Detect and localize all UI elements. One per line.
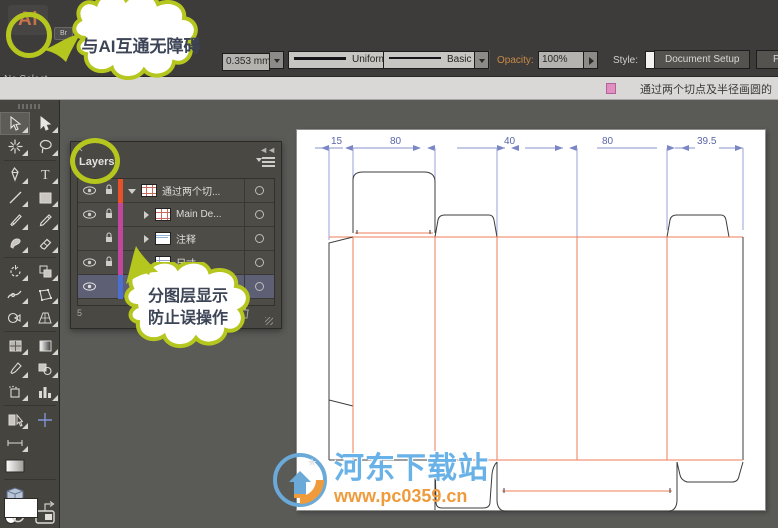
brush-preview-icon: [389, 57, 441, 60]
lasso-tool[interactable]: [30, 135, 60, 158]
callout-layers-line2: 防止误操作: [147, 310, 228, 327]
width-tool[interactable]: [0, 283, 30, 306]
opacity-value[interactable]: 100%: [538, 51, 584, 69]
rotate-tool[interactable]: [0, 260, 30, 283]
fill-swatch[interactable]: [4, 498, 38, 518]
callout-layers-pointer: [126, 246, 158, 284]
brush-definition-dropdown-icon[interactable]: [475, 51, 489, 69]
gradient-tool[interactable]: [30, 334, 60, 357]
scale-tool[interactable]: [30, 260, 60, 283]
document-icon: [606, 83, 616, 94]
selection-tool[interactable]: [0, 112, 30, 135]
layer-color-swatch: [118, 202, 123, 227]
layer-name[interactable]: Main De...: [176, 209, 244, 220]
measure-tool[interactable]: [0, 431, 30, 454]
target-indicator[interactable]: [244, 226, 274, 251]
lock-icon[interactable]: [100, 182, 118, 200]
eye-icon[interactable]: [78, 254, 100, 272]
eyedropper-tool[interactable]: [0, 357, 30, 380]
layer-thumbnail: [155, 208, 171, 221]
layer-name[interactable]: 注释: [176, 231, 244, 246]
pencil-tool[interactable]: [30, 209, 60, 232]
pen-tool[interactable]: [0, 163, 30, 186]
divider: [489, 50, 490, 70]
fill-stroke-indicator[interactable]: [4, 498, 56, 522]
mesh-tool[interactable]: [0, 334, 30, 357]
paintbrush-tool[interactable]: [0, 209, 30, 232]
table-row[interactable]: 通过两个切...: [78, 179, 274, 203]
callout-layers-highlight-ring: [70, 138, 120, 184]
opacity-control[interactable]: 100%: [538, 51, 598, 69]
collapse-icon[interactable]: ◄◄: [259, 145, 276, 155]
eye-icon[interactable]: [78, 182, 100, 200]
eraser-tool[interactable]: [30, 232, 60, 255]
rectangle-tool[interactable]: [30, 186, 60, 209]
opacity-label: Opacity:: [497, 55, 534, 66]
layer-thumbnail: [141, 184, 157, 197]
shape-builder-tool[interactable]: [0, 306, 30, 329]
artboard-tool[interactable]: [0, 408, 30, 431]
column-graph-tool[interactable]: [30, 380, 60, 403]
toolbox-panel: T: [0, 100, 60, 528]
callout-ai-highlight-ring: [6, 12, 52, 58]
perspective-grid-tool[interactable]: [30, 306, 60, 329]
symbol-sprayer-tool[interactable]: [0, 380, 30, 403]
magic-wand-tool[interactable]: [0, 135, 30, 158]
watermark-text: 河东下载站 www.pc0359.cn: [334, 452, 489, 507]
layer-count: 5: [77, 308, 83, 318]
direct-selection-tool[interactable]: [30, 112, 60, 135]
svg-text:T: T: [41, 168, 50, 182]
document-title: 通过两个切点及半径画圆的: [640, 84, 772, 96]
gradient-swatch-preview[interactable]: [0, 454, 30, 477]
watermark: 河东下载站 www.pc0359.cn: [272, 452, 489, 508]
stroke-weight-dropdown-icon[interactable]: [270, 51, 284, 69]
stroke-profile-label: Uniform: [352, 54, 388, 65]
preferences-button[interactable]: Pr: [756, 50, 778, 69]
document-setup-button[interactable]: Document Setup: [654, 50, 750, 69]
table-row[interactable]: Main De...: [78, 202, 274, 227]
tool-grid: T: [0, 112, 60, 528]
target-indicator[interactable]: [244, 179, 274, 203]
stroke-profile-value[interactable]: Uniform: [288, 51, 392, 69]
chevron-right-icon[interactable]: [137, 206, 155, 224]
style-label: Style:: [613, 55, 639, 66]
toolbox-grip[interactable]: [18, 104, 40, 109]
blend-tool[interactable]: [30, 357, 60, 380]
stroke-preview-icon: [294, 56, 346, 60]
empty-slot: [30, 454, 60, 477]
swap-fill-stroke-icon: [44, 501, 55, 511]
empty-slot: [30, 431, 60, 454]
type-tool[interactable]: T: [30, 163, 60, 186]
eye-icon[interactable]: [78, 206, 100, 224]
illustrator-window: Ai Br No Select 0.353 mm Uniform Basic O…: [0, 0, 778, 528]
panel-menu-icon[interactable]: [256, 157, 275, 169]
free-transform-tool[interactable]: [30, 283, 60, 306]
brush-definition-control[interactable]: Basic: [383, 51, 489, 69]
eye-icon[interactable]: [78, 278, 100, 296]
target-indicator[interactable]: [244, 202, 274, 227]
watermark-logo-icon: [272, 452, 328, 508]
lock-icon[interactable]: [100, 206, 118, 224]
slice-tool[interactable]: [30, 408, 60, 431]
watermark-url: www.pc0359.cn: [334, 486, 468, 506]
table-row[interactable]: 注释: [78, 226, 274, 251]
brush-definition-value[interactable]: Basic: [383, 51, 475, 69]
watermark-site-name: 河东下载站: [334, 452, 489, 485]
lock-icon[interactable]: [100, 230, 118, 248]
chevron-down-icon[interactable]: [123, 182, 141, 200]
line-segment-tool[interactable]: [0, 186, 30, 209]
layer-name[interactable]: 通过两个切...: [162, 183, 244, 198]
brush-definition-label: Basic: [447, 54, 472, 65]
opacity-flyout-icon[interactable]: [584, 51, 598, 69]
blob-brush-tool[interactable]: [0, 232, 30, 255]
